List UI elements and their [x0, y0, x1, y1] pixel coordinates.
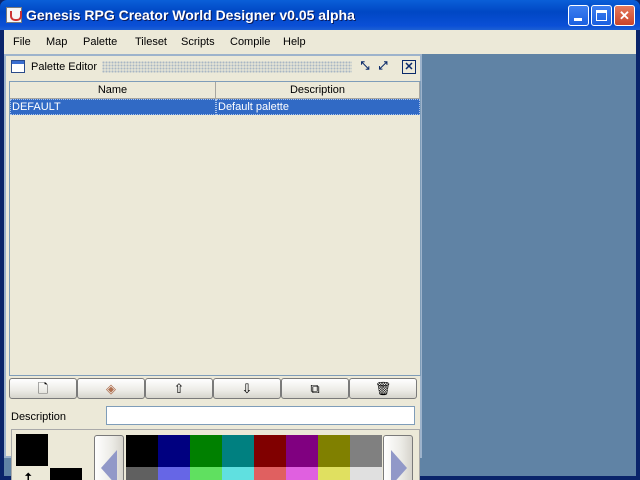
close-icon: ✕ — [619, 8, 630, 23]
close-frame-icon: ✕ — [404, 61, 414, 73]
app-window: Genesis RPG Creator World Designer v0.05… — [0, 0, 640, 480]
palette-color-cell[interactable] — [318, 467, 350, 480]
palette-color-cell[interactable] — [286, 435, 318, 467]
color-swatch-pair: ⮤ — [16, 434, 82, 480]
column-header-description[interactable]: Description — [216, 82, 420, 99]
background-color-swatch[interactable] — [50, 468, 82, 480]
palette-color-cell[interactable] — [190, 435, 222, 467]
iconify-button[interactable]: ⤡ — [358, 60, 372, 74]
menu-scripts[interactable]: Scripts — [181, 36, 215, 48]
swap-colors-icon[interactable]: ⮤ — [24, 470, 34, 480]
arrow-right-icon — [391, 450, 407, 480]
palette-color-cell[interactable] — [254, 467, 286, 480]
menu-help[interactable]: Help — [283, 36, 306, 48]
foreground-color-swatch[interactable] — [16, 434, 48, 466]
palette-color-cell[interactable] — [318, 435, 350, 467]
palette-editor-title: Palette Editor — [31, 61, 98, 73]
row-name: DEFAULT — [10, 99, 216, 115]
palette-color-cell[interactable] — [158, 435, 190, 467]
java-icon — [6, 7, 22, 23]
maximize-frame-button[interactable]: ⤢ — [376, 60, 390, 74]
next-colors-button[interactable] — [383, 435, 413, 480]
table-row[interactable]: DEFAULT Default palette — [10, 99, 420, 115]
minimize-button[interactable] — [568, 5, 589, 26]
maximize-icon — [596, 10, 607, 21]
client-area: File Map Palette Tileset Scripts Compile… — [4, 30, 636, 480]
menu-tileset[interactable]: Tileset — [135, 36, 167, 48]
previous-colors-button[interactable] — [94, 435, 124, 480]
palette-color-cell[interactable] — [350, 467, 382, 480]
copy-palette-button[interactable]: ⧉ — [281, 378, 349, 399]
row-description: Default palette — [216, 99, 420, 115]
title-grip — [102, 61, 352, 73]
new-icon: 🗋 — [37, 381, 49, 396]
move-up-button[interactable]: ⇧ — [145, 378, 213, 399]
menu-file[interactable]: File — [13, 36, 31, 48]
title-bar[interactable]: Genesis RPG Creator World Designer v0.05… — [0, 0, 640, 30]
palette-color-cell[interactable] — [126, 467, 158, 480]
column-header-name[interactable]: Name — [10, 82, 216, 99]
new-palette-button[interactable]: 🗋 — [9, 378, 77, 399]
move-down-icon: ⇩ — [241, 381, 253, 396]
delete-icon: 🗑 — [374, 381, 392, 396]
palette-editor-window: Palette Editor ⤡ ⤢ ✕ Name Description DE… — [4, 54, 422, 480]
description-label: Description — [11, 411, 67, 423]
minimize-icon — [574, 18, 582, 21]
color-grid — [126, 435, 382, 480]
window-title: Genesis RPG Creator World Designer v0.05… — [26, 7, 355, 23]
window-icon — [11, 60, 25, 73]
menu-map[interactable]: Map — [46, 36, 67, 48]
color-palette-panel: ⮤ — [11, 429, 420, 480]
delete-palette-button[interactable]: 🗑 — [349, 378, 417, 399]
description-field[interactable] — [106, 406, 415, 425]
maximize-button[interactable] — [591, 5, 612, 26]
arrow-left-icon — [101, 450, 117, 480]
palette-color-cell[interactable] — [190, 467, 222, 480]
palette-color-cell[interactable] — [254, 435, 286, 467]
palette-editor-titlebar[interactable]: Palette Editor ⤡ ⤢ ✕ — [6, 56, 420, 78]
maximize-frame-icon: ⤢ — [378, 60, 388, 72]
palette-color-cell[interactable] — [222, 467, 254, 480]
close-button[interactable]: ✕ — [614, 5, 635, 26]
close-frame-button[interactable]: ✕ — [402, 60, 416, 74]
palette-color-cell[interactable] — [126, 435, 158, 467]
move-down-button[interactable]: ⇩ — [213, 378, 281, 399]
menu-compile[interactable]: Compile — [230, 36, 270, 48]
palette-toolbar: 🗋 ◈ ⇧ ⇩ ⧉ 🗑 — [9, 378, 421, 400]
palette-color-cell[interactable] — [222, 435, 254, 467]
palette-color-cell[interactable] — [350, 435, 382, 467]
desktop-pane: Palette Editor ⤡ ⤢ ✕ Name Description DE… — [4, 54, 636, 480]
move-up-icon: ⇧ — [173, 381, 185, 396]
edit-palette-button[interactable]: ◈ — [77, 378, 145, 399]
menu-bar: File Map Palette Tileset Scripts Compile… — [4, 30, 636, 54]
palette-table: Name Description DEFAULT Default palette — [9, 81, 421, 376]
edit-icon: ◈ — [106, 381, 116, 396]
palette-color-cell[interactable] — [158, 467, 190, 480]
menu-palette[interactable]: Palette — [83, 36, 117, 48]
palette-color-cell[interactable] — [286, 467, 318, 480]
copy-icon: ⧉ — [310, 381, 320, 396]
iconify-icon: ⤡ — [360, 60, 370, 72]
